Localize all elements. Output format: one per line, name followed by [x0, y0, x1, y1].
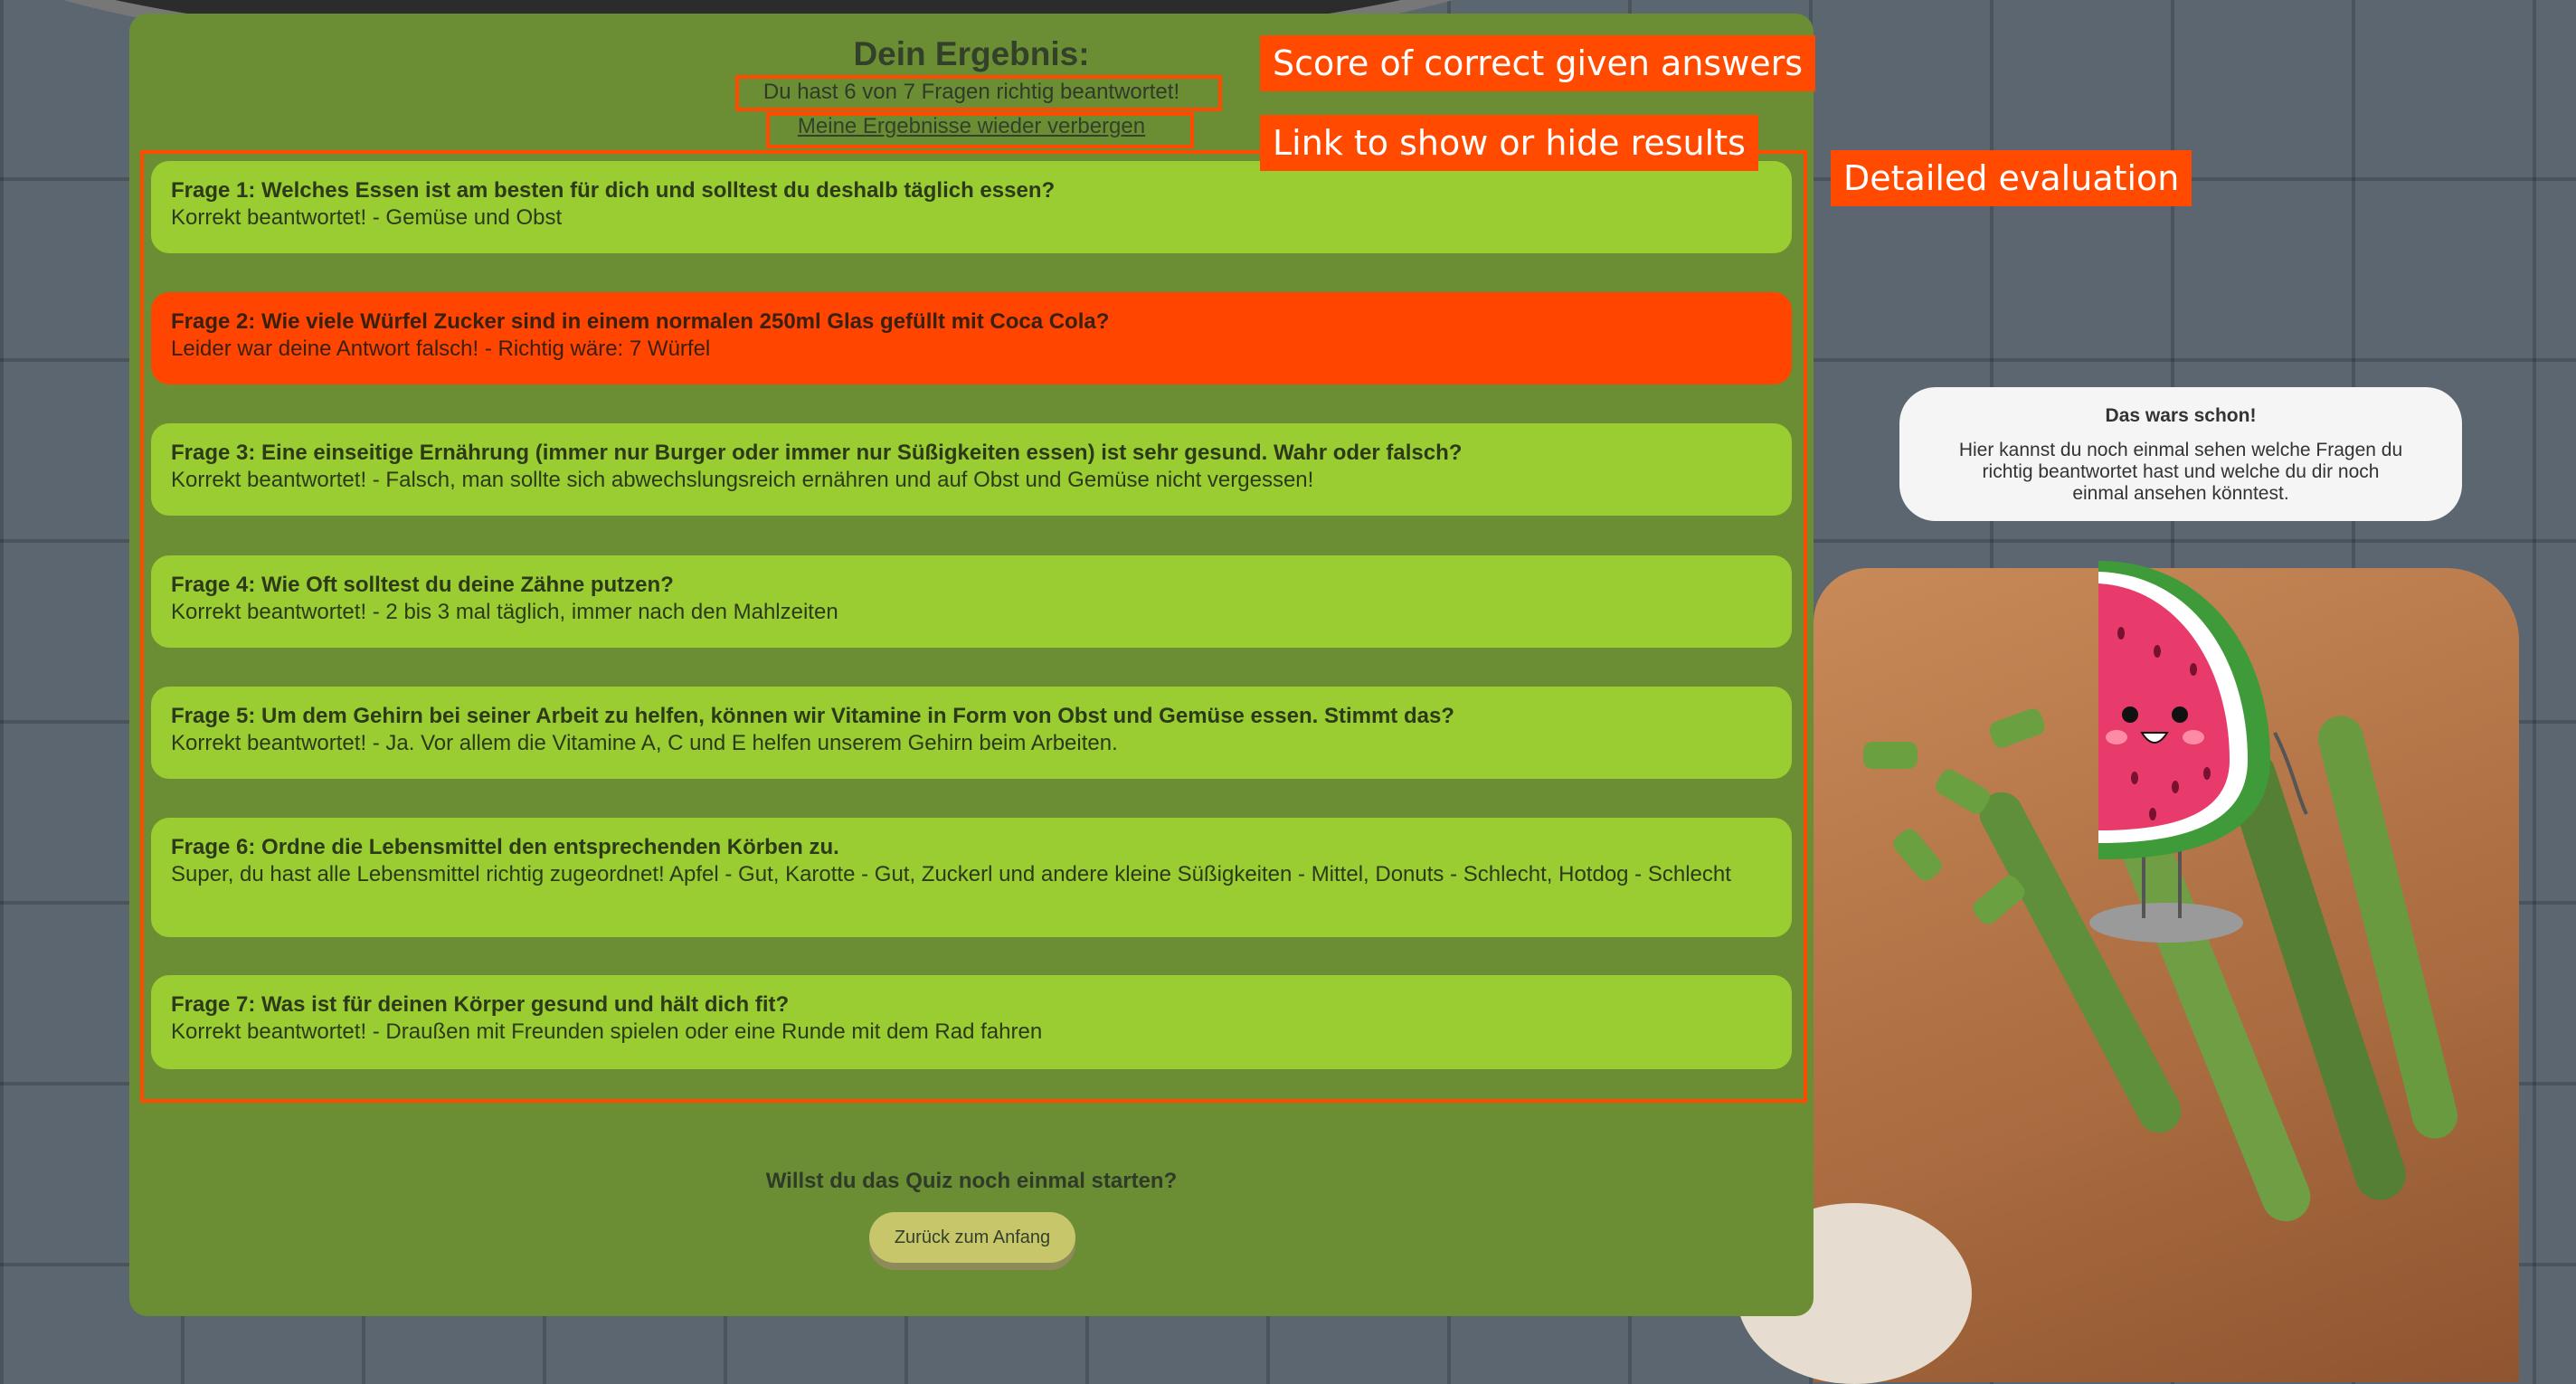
bubble-title: Das wars schon! [2105, 405, 2257, 426]
evaluation-highlight-box [140, 150, 1807, 1103]
speech-bubble: Das wars schon! Hier kannst du noch einm… [1899, 387, 2462, 521]
annotation-evaluation: Detailed evaluation [1831, 150, 2192, 206]
watermelon-mascot [2089, 561, 2308, 943]
restart-question: Willst du das Quiz noch einmal starten? [765, 1169, 1178, 1193]
annotation-link: Link to show or hide results [1260, 115, 1758, 171]
score-highlight-box [735, 75, 1222, 111]
annotation-score: Score of correct given answers [1260, 35, 1816, 91]
background-onion-piece [1863, 742, 1918, 769]
restart-button[interactable]: Zurück zum Anfang [869, 1212, 1075, 1263]
link-highlight-box [766, 112, 1194, 148]
bubble-text: Hier kannst du noch einmal sehen welche … [1958, 440, 2403, 504]
